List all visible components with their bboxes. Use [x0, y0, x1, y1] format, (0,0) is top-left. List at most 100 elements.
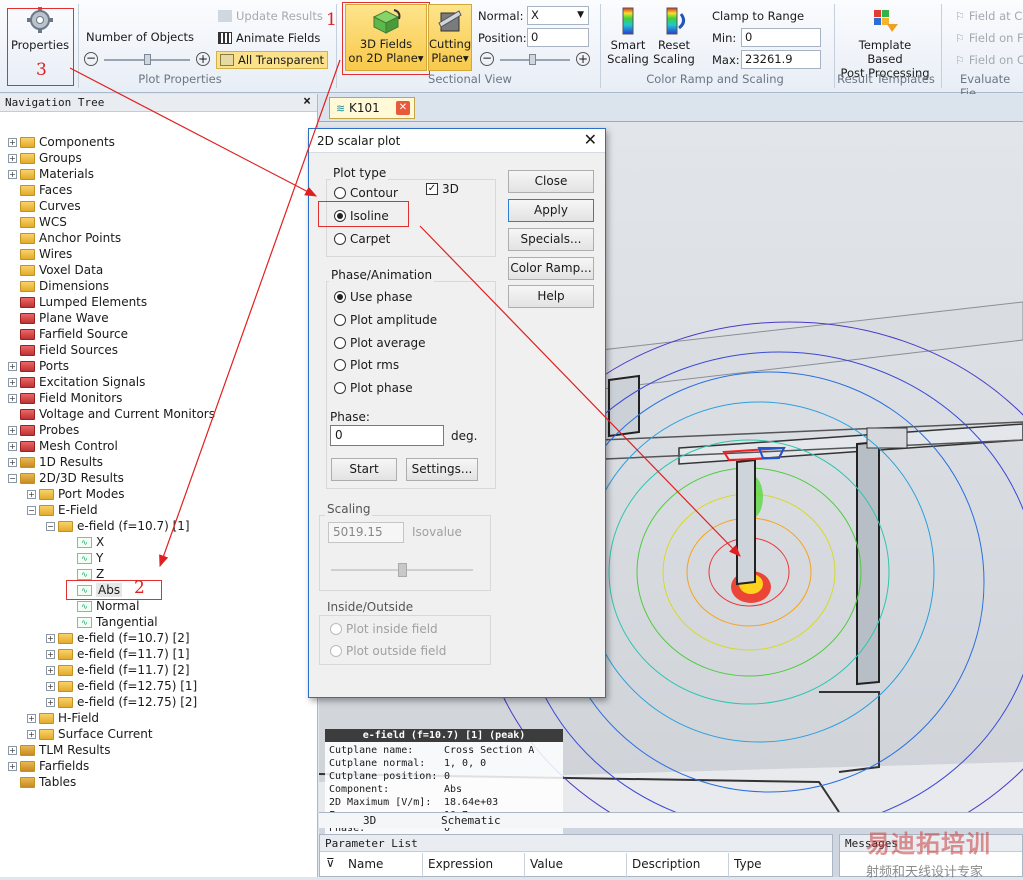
minus-icon[interactable]: −	[84, 52, 98, 66]
plot-inside-radio[interactable]: Plot inside field	[330, 622, 438, 636]
tree-item[interactable]: Faces	[8, 182, 72, 198]
min-input[interactable]: 0	[741, 28, 821, 47]
col-description[interactable]: Description	[632, 857, 700, 871]
expand-icon[interactable]: +	[8, 377, 17, 387]
phase-input[interactable]: 0	[330, 425, 444, 446]
tree-item[interactable]: Voltage and Current Monitors	[8, 406, 215, 422]
tree-item[interactable]: Anchor Points	[8, 230, 121, 246]
tree-item[interactable]: + e-field (f=12.75) [2]	[46, 694, 197, 710]
tree-item[interactable]: − 2D/3D Results	[8, 470, 124, 486]
all-transparent-button[interactable]: All Transparent	[216, 51, 328, 69]
expand-icon[interactable]: +	[46, 697, 55, 707]
plot-amplitude-radio[interactable]: Plot amplitude	[334, 313, 437, 327]
tree-item[interactable]: − e-field (f=10.7) [1]	[46, 518, 190, 534]
tree-item[interactable]: + Materials	[8, 166, 94, 182]
col-value[interactable]: Value	[530, 857, 563, 871]
expand-icon[interactable]: +	[8, 169, 17, 179]
tree-item[interactable]: ∿ Normal	[65, 598, 139, 614]
slider-thumb[interactable]	[398, 563, 407, 577]
plot-rms-radio[interactable]: Plot rms	[334, 358, 399, 372]
tree-item[interactable]: Plane Wave	[8, 310, 109, 326]
tree-item[interactable]: + Field Monitors	[8, 390, 122, 406]
tree-item[interactable]: + H-Field	[27, 710, 99, 726]
expand-icon[interactable]: +	[8, 425, 17, 435]
tree-item[interactable]: + Probes	[8, 422, 79, 438]
close-icon[interactable]: ×	[303, 94, 311, 109]
expand-icon[interactable]: +	[27, 489, 36, 499]
expand-icon[interactable]: +	[27, 713, 36, 723]
expand-icon[interactable]: +	[8, 393, 17, 403]
tab-k101[interactable]: ≋ K101 ✕	[329, 97, 415, 119]
close-icon[interactable]: ✕	[584, 130, 597, 149]
carpet-radio[interactable]: Carpet	[334, 232, 390, 246]
collapse-icon[interactable]: −	[8, 473, 17, 483]
slider-thumb[interactable]	[529, 54, 536, 65]
col-expression[interactable]: Expression	[428, 857, 493, 871]
field-on-face-button[interactable]: ⚐ Field on F	[955, 31, 1023, 45]
expand-icon[interactable]: +	[8, 457, 17, 467]
col-name[interactable]: Name	[348, 857, 383, 871]
tree-item[interactable]: + Mesh Control	[8, 438, 118, 454]
tree-item[interactable]: + Ports	[8, 358, 69, 374]
tree-item[interactable]: Voxel Data	[8, 262, 103, 278]
tree-item[interactable]: Wires	[8, 246, 72, 262]
plot-outside-radio[interactable]: Plot outside field	[330, 644, 446, 658]
tree-item[interactable]: ∿ Tangential	[65, 614, 158, 630]
objects-slider[interactable]: − +	[84, 52, 210, 68]
expand-icon[interactable]: +	[8, 441, 17, 451]
expand-icon[interactable]: +	[46, 665, 55, 675]
expand-icon[interactable]: +	[8, 361, 17, 371]
tree-item[interactable]: + Components	[8, 134, 115, 150]
expand-icon[interactable]: +	[8, 153, 17, 163]
tree-item[interactable]: + e-field (f=11.7) [1]	[46, 646, 190, 662]
animate-fields-button[interactable]: Animate Fields	[218, 31, 320, 45]
collapse-icon[interactable]: −	[46, 521, 55, 531]
slider-thumb[interactable]	[144, 54, 151, 65]
expand-icon[interactable]: +	[8, 137, 17, 147]
close-tab-icon[interactable]: ✕	[396, 101, 410, 115]
expand-icon[interactable]: +	[46, 633, 55, 643]
tree-item[interactable]: + Groups	[8, 150, 82, 166]
isovalue-slider[interactable]	[331, 563, 473, 577]
plot-average-radio[interactable]: Plot average	[334, 336, 426, 350]
position-slider[interactable]: − +	[480, 52, 590, 68]
smart-scaling-button[interactable]: Smart Scaling	[606, 6, 650, 68]
tree-item[interactable]: Curves	[8, 198, 81, 214]
tree-item[interactable]: − E-Field	[27, 502, 98, 518]
tree-item[interactable]: ∿ Y	[65, 550, 103, 566]
collapse-icon[interactable]: −	[27, 505, 36, 515]
update-results-button[interactable]: Update Results	[218, 9, 323, 23]
help-button[interactable]: Help	[508, 285, 594, 308]
3d-checkbox[interactable]: ✓ 3D	[426, 182, 459, 196]
tree-item[interactable]: + Farfields	[8, 758, 89, 774]
tree-item[interactable]: + Port Modes	[27, 486, 125, 502]
expand-icon[interactable]: +	[27, 729, 36, 739]
color-ramp-button[interactable]: Color Ramp...	[508, 257, 594, 280]
tree-item[interactable]: ∿ X	[65, 534, 104, 550]
minus-icon[interactable]: −	[480, 52, 494, 66]
plot-phase-radio[interactable]: Plot phase	[334, 381, 413, 395]
use-phase-radio[interactable]: Use phase	[334, 290, 412, 304]
tree-item[interactable]: WCS	[8, 214, 67, 230]
expand-icon[interactable]: +	[8, 745, 17, 755]
tab-3d[interactable]: 3D	[363, 814, 376, 827]
start-button[interactable]: Start	[331, 458, 397, 481]
settings-button[interactable]: Settings...	[406, 458, 478, 481]
max-input[interactable]: 23261.9	[741, 50, 821, 69]
tree-item[interactable]: Farfield Source	[8, 326, 128, 342]
template-post-processing-button[interactable]: Template Based Post Processing	[840, 6, 930, 80]
filter-icon[interactable]: ⊽	[326, 856, 335, 870]
field-on-curve-button[interactable]: ⚐ Field on C	[955, 53, 1023, 67]
col-type[interactable]: Type	[734, 857, 762, 871]
field-at-cursor-button[interactable]: ⚐Field at Cu	[955, 9, 1023, 23]
contour-radio[interactable]: Contour	[334, 186, 398, 200]
expand-icon[interactable]: +	[8, 761, 17, 771]
tree-item[interactable]: + Surface Current	[27, 726, 153, 742]
isovalue-input[interactable]: 5019.15	[328, 522, 404, 543]
expand-icon[interactable]: +	[46, 681, 55, 691]
plus-icon[interactable]: +	[576, 52, 590, 66]
expand-icon[interactable]: +	[46, 649, 55, 659]
tree-item[interactable]: + e-field (f=12.75) [1]	[46, 678, 197, 694]
cutting-plane-button[interactable]: Cutting Plane▾	[428, 4, 472, 71]
close-button[interactable]: Close	[508, 170, 594, 193]
